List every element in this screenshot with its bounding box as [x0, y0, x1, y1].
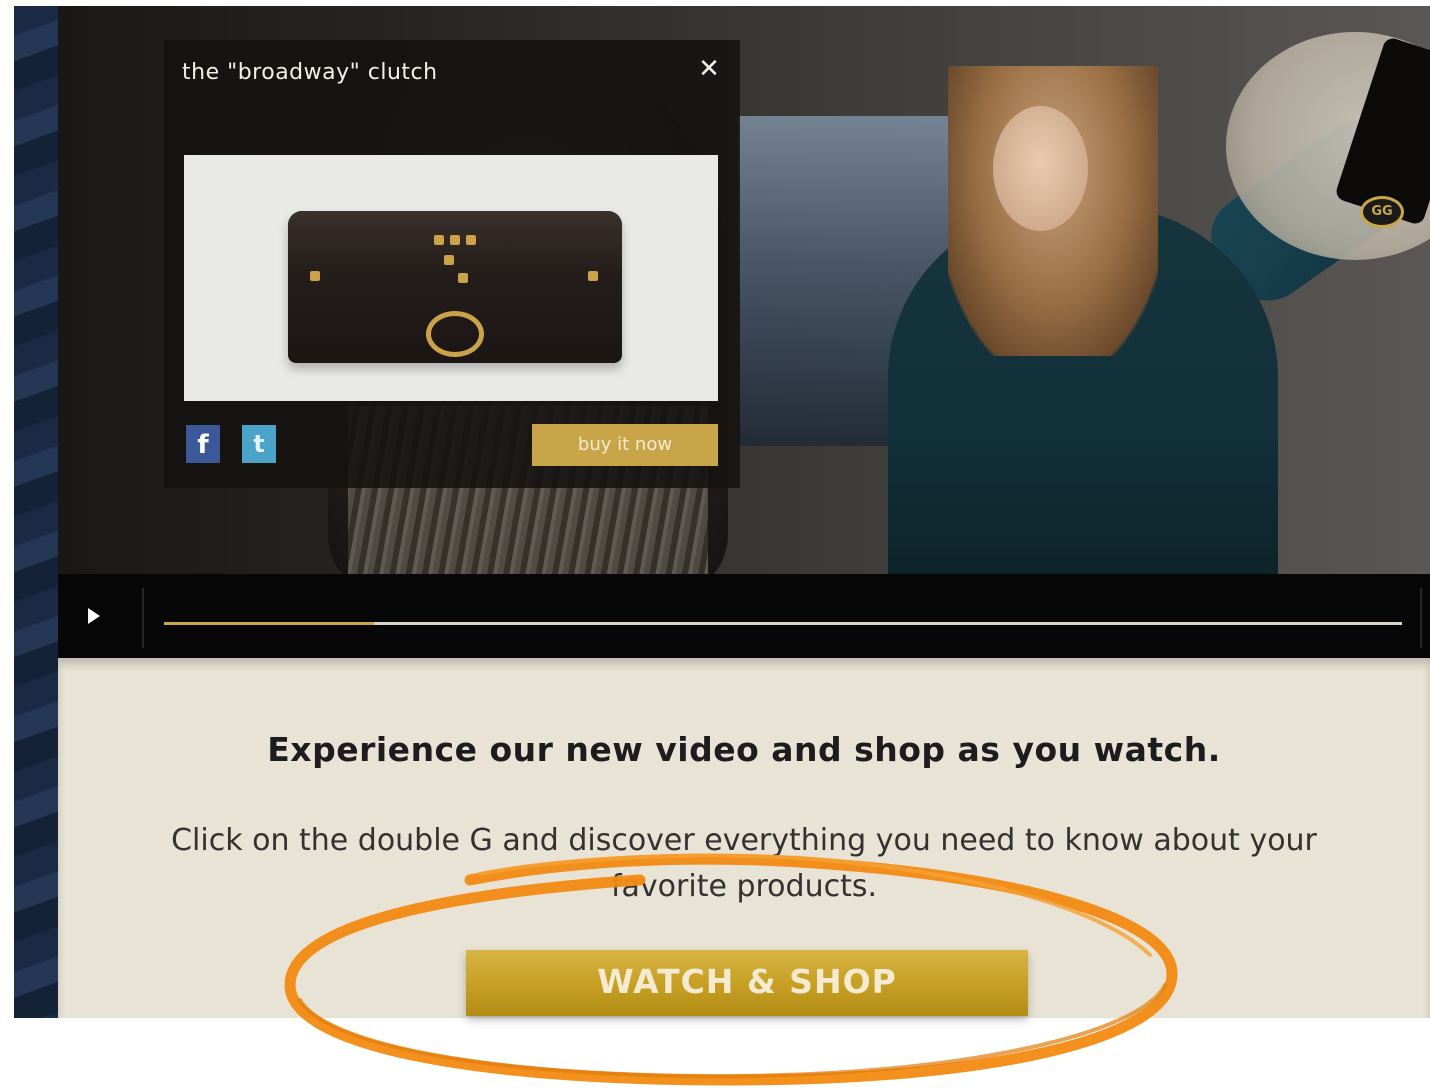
play-icon[interactable] [88, 608, 100, 624]
info-headline: Experience our new video and shop as you… [267, 730, 1221, 769]
product-popup: the "broadway" clutch ✕ f t buy it now [164, 40, 740, 488]
clutch-stud [434, 235, 444, 245]
double-g-icon[interactable]: GG [1360, 196, 1404, 228]
clutch-stud [458, 273, 468, 283]
clutch-stud [588, 271, 598, 281]
info-description: Click on the double G and discover every… [171, 823, 1317, 904]
controls-divider [1420, 588, 1422, 648]
close-icon[interactable]: ✕ [694, 54, 724, 84]
clutch-stud [450, 235, 460, 245]
video-model-right-face [993, 106, 1088, 231]
video-controls [58, 574, 1430, 658]
popup-title: the "broadway" clutch [182, 60, 438, 85]
product-image [184, 155, 718, 401]
progress-fill [164, 622, 375, 625]
progress-bar[interactable] [164, 622, 1402, 625]
clutch-stud [444, 255, 454, 265]
clutch-ring [426, 311, 484, 357]
facebook-icon[interactable]: f [186, 425, 220, 463]
twitter-icon[interactable]: t [242, 425, 276, 463]
controls-divider [142, 588, 144, 648]
buy-now-button[interactable]: buy it now [532, 424, 718, 466]
info-panel: Experience our new video and shop as you… [58, 658, 1430, 1018]
clutch-stud [310, 271, 320, 281]
clutch-stud [466, 235, 476, 245]
watch-and-shop-button[interactable]: WATCH & SHOP [466, 950, 1028, 1016]
clutch-image [288, 211, 622, 363]
